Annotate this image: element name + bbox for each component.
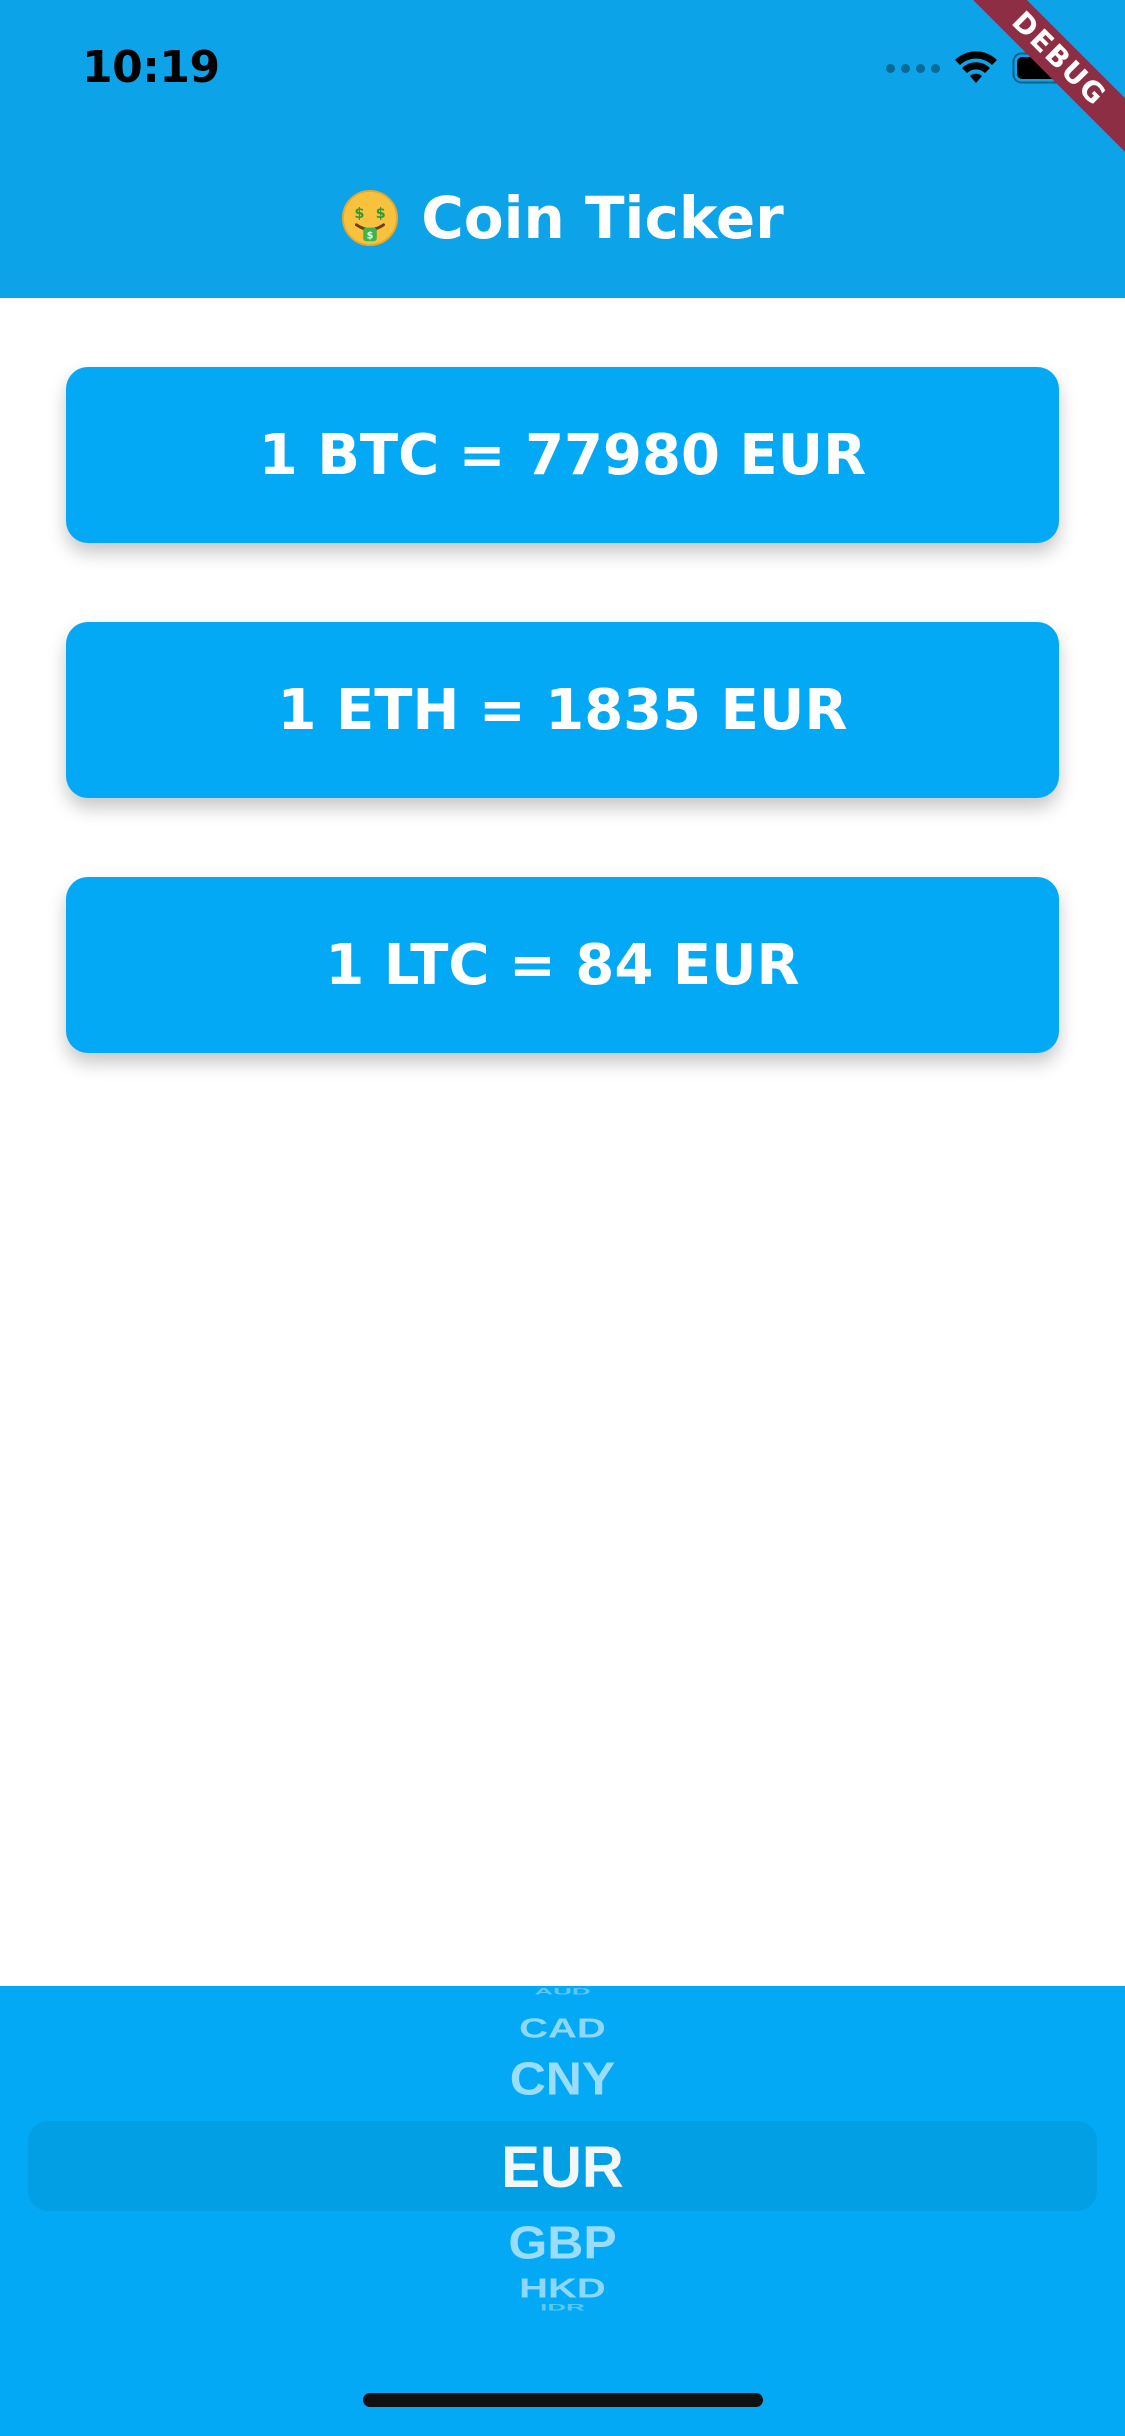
currency-picker[interactable]: AUD CAD CNY EUR GBP HKD IDR xyxy=(0,1986,1125,2436)
money-mouth-face-icon: $ $ $ xyxy=(342,189,399,247)
cellular-signal-icon xyxy=(886,63,940,73)
svg-text:$: $ xyxy=(376,206,386,222)
home-indicator[interactable] xyxy=(363,2393,763,2407)
picker-item-idr[interactable]: IDR xyxy=(0,2302,1125,2313)
picker-item-selected[interactable]: EUR xyxy=(0,2134,1125,2201)
page-title: Coin Ticker xyxy=(421,184,784,252)
rate-card-ltc: 1 LTC = 84 EUR xyxy=(66,877,1059,1053)
app-bar: 10:19 DEBUG $ $ $ Coin Ticker xyxy=(0,0,1125,298)
svg-text:$: $ xyxy=(367,230,374,241)
picker-item-cad[interactable]: CAD xyxy=(0,2013,1125,2045)
status-bar-time: 10:19 xyxy=(82,42,220,93)
picker-item-aud[interactable]: AUD xyxy=(0,1986,1125,1997)
rate-text-ltc: 1 LTC = 84 EUR xyxy=(325,932,800,998)
picker-item-hkd[interactable]: HKD xyxy=(0,2273,1125,2305)
app-title: $ $ $ Coin Ticker xyxy=(0,178,1125,258)
screen: 10:19 DEBUG $ $ $ Coin Ticker 1 BTC = 77… xyxy=(0,0,1125,2436)
picker-item-gbp[interactable]: GBP xyxy=(0,2216,1125,2269)
rate-card-btc: 1 BTC = 77980 EUR xyxy=(66,367,1059,543)
wifi-icon xyxy=(955,51,997,83)
rate-text-eth: 1 ETH = 1835 EUR xyxy=(277,677,848,743)
rate-card-eth: 1 ETH = 1835 EUR xyxy=(66,622,1059,798)
picker-item-cny[interactable]: CNY xyxy=(0,2052,1125,2105)
rate-text-btc: 1 BTC = 77980 EUR xyxy=(258,422,867,488)
svg-text:$: $ xyxy=(355,206,365,222)
